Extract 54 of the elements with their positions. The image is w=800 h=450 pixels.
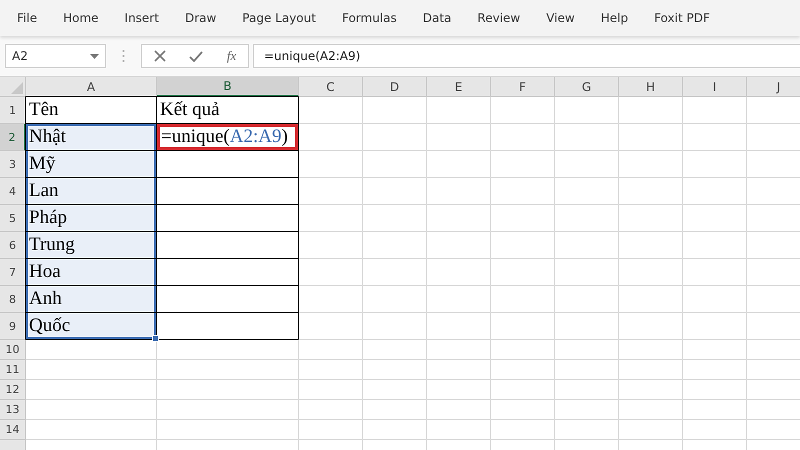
menu-tab[interactable]: Insert <box>124 11 159 25</box>
row-header[interactable]: 1 <box>0 97 26 124</box>
menu-tab[interactable]: Foxit PDF <box>654 11 710 25</box>
cancel-icon[interactable] <box>154 50 166 62</box>
column-header[interactable]: A <box>26 77 157 97</box>
caret-icon <box>90 54 99 58</box>
table-cell: Pháp <box>26 205 156 231</box>
row-header[interactable]: 14 <box>0 420 26 440</box>
table-cell: Quốc <box>26 313 156 339</box>
row-header[interactable]: 13 <box>0 400 26 420</box>
menu-tab[interactable]: Draw <box>184 11 216 25</box>
insert-function-button[interactable]: fx <box>226 48 236 64</box>
table-cell-text: Tên <box>28 98 60 122</box>
column-header[interactable]: F <box>491 77 555 97</box>
column-header[interactable]: D <box>363 77 427 97</box>
column-header[interactable]: C <box>299 77 363 97</box>
table-cell: =unique(A2:A9) <box>157 124 298 150</box>
row-header[interactable]: 8 <box>0 286 26 313</box>
column-header[interactable]: G <box>555 77 619 97</box>
name-box[interactable]: A2 <box>5 44 106 68</box>
table-cell-text: Kết quả <box>159 98 221 122</box>
column-header[interactable]: I <box>683 77 747 97</box>
table-cell: Anh <box>26 286 156 312</box>
grip-icon <box>122 49 125 63</box>
table-cell: Mỹ <box>26 151 156 177</box>
row-header[interactable]: 12 <box>0 380 26 400</box>
menu-tab[interactable]: Home <box>63 11 99 25</box>
row-header[interactable]: 2 <box>0 124 26 151</box>
table-cell: Hoa <box>26 259 156 285</box>
menu-tab[interactable]: Data <box>422 11 452 25</box>
column-header[interactable]: H <box>619 77 683 97</box>
table-cell: Lan <box>26 178 156 204</box>
formula-field[interactable]: =unique(A2:A9) <box>253 44 800 68</box>
row-header[interactable]: 6 <box>0 232 26 259</box>
fill-handle[interactable] <box>152 335 159 342</box>
column-header[interactable]: E <box>427 77 491 97</box>
menu-tab[interactable]: Page Layout <box>242 11 316 25</box>
menu-tab[interactable]: File <box>17 11 38 25</box>
row-header[interactable]: 4 <box>0 178 26 205</box>
row-header[interactable]: 3 <box>0 151 26 178</box>
table-cell: Trung <box>26 232 156 258</box>
checkmark-icon[interactable] <box>189 50 204 62</box>
row-header[interactable]: 11 <box>0 360 26 380</box>
row-header[interactable]: 7 <box>0 259 26 286</box>
column-header[interactable]: B <box>157 77 299 97</box>
menu-tab[interactable]: Help <box>600 11 628 25</box>
row-header[interactable]: 10 <box>0 340 26 360</box>
menu-tab[interactable]: Formulas <box>342 11 397 25</box>
table-cell: Nhật <box>26 124 156 150</box>
row-header[interactable]: 5 <box>0 205 26 232</box>
row-header[interactable]: 9 <box>0 313 26 340</box>
menu-tab[interactable]: Review <box>477 11 520 25</box>
menu-tab[interactable]: View <box>546 11 575 25</box>
column-header[interactable]: J <box>747 77 800 97</box>
